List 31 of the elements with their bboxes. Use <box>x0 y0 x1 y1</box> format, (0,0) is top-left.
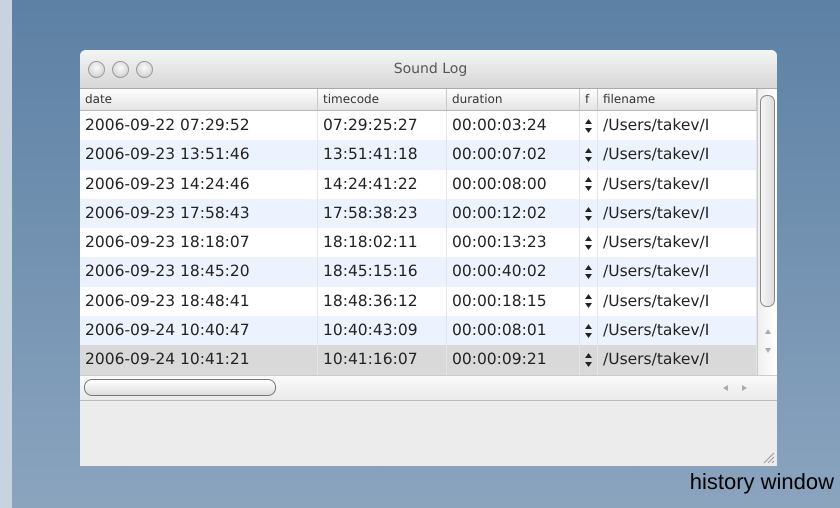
up-down-arrows-icon[interactable] <box>585 236 592 250</box>
window-control-button[interactable] <box>136 60 153 78</box>
scroll-thumb[interactable] <box>84 379 276 396</box>
up-down-arrows-icon[interactable] <box>585 353 592 368</box>
window-title: Sound Log <box>392 61 468 77</box>
table-row[interactable]: 2006-09-22 07:29:52 07:29:25:27 00:00:03:24 /Users/takev/I <box>80 111 757 140</box>
up-down-arrows-icon[interactable] <box>585 206 592 221</box>
up-down-arrows-icon[interactable] <box>585 177 592 192</box>
table-row[interactable]: 2006-09-23 18:45:20 18:45:15:16 00:00:40:02 /Users/takev/I <box>80 257 757 287</box>
table-row[interactable]: 2006-09-23 17:58:43 17:58:38:23 00:00:12:02 /Users/takev/I <box>80 198 757 228</box>
window-control-button[interactable] <box>112 60 129 78</box>
table-row[interactable]: 2006-09-24 10:41:21 10:41:16:07 00:00:09:21 /Users/takev/I <box>80 345 757 375</box>
column-header[interactable]: f <box>580 89 598 110</box>
horizontal-scrollbar[interactable] <box>80 374 777 401</box>
table-row[interactable]: 2006-09-23 14:24:46 14:24:41:22 00:00:08:00 /Users/takev/I <box>80 170 757 199</box>
vertical-scrollbar[interactable] <box>757 89 777 375</box>
resize-grip-icon[interactable] <box>763 452 775 464</box>
up-down-arrows-icon[interactable] <box>585 118 592 133</box>
table-row[interactable]: 2006-09-23 13:51:46 13:51:41:18 00:00:07:02 /Users/takev/I <box>80 140 757 170</box>
column-header[interactable]: timecode <box>318 89 447 110</box>
column-header[interactable]: date <box>80 89 318 110</box>
table-row[interactable]: 2006-09-24 10:40:47 10:40:43:09 00:00:08:01 /Users/takev/I <box>80 316 757 346</box>
table-row[interactable]: 2006-09-23 18:18:07 18:18:02:11 00:00:13:23 /Users/takev/I <box>80 228 757 258</box>
up-down-arrows-icon[interactable] <box>585 148 592 162</box>
window-control-button[interactable] <box>88 60 105 78</box>
up-down-arrows-icon[interactable] <box>585 265 592 280</box>
column-header[interactable]: duration <box>447 89 580 110</box>
up-down-arrows-icon[interactable] <box>585 294 592 308</box>
caption: history window <box>690 469 834 495</box>
up-down-arrows-icon[interactable] <box>585 324 592 338</box>
scroll-thumb[interactable] <box>760 95 775 307</box>
